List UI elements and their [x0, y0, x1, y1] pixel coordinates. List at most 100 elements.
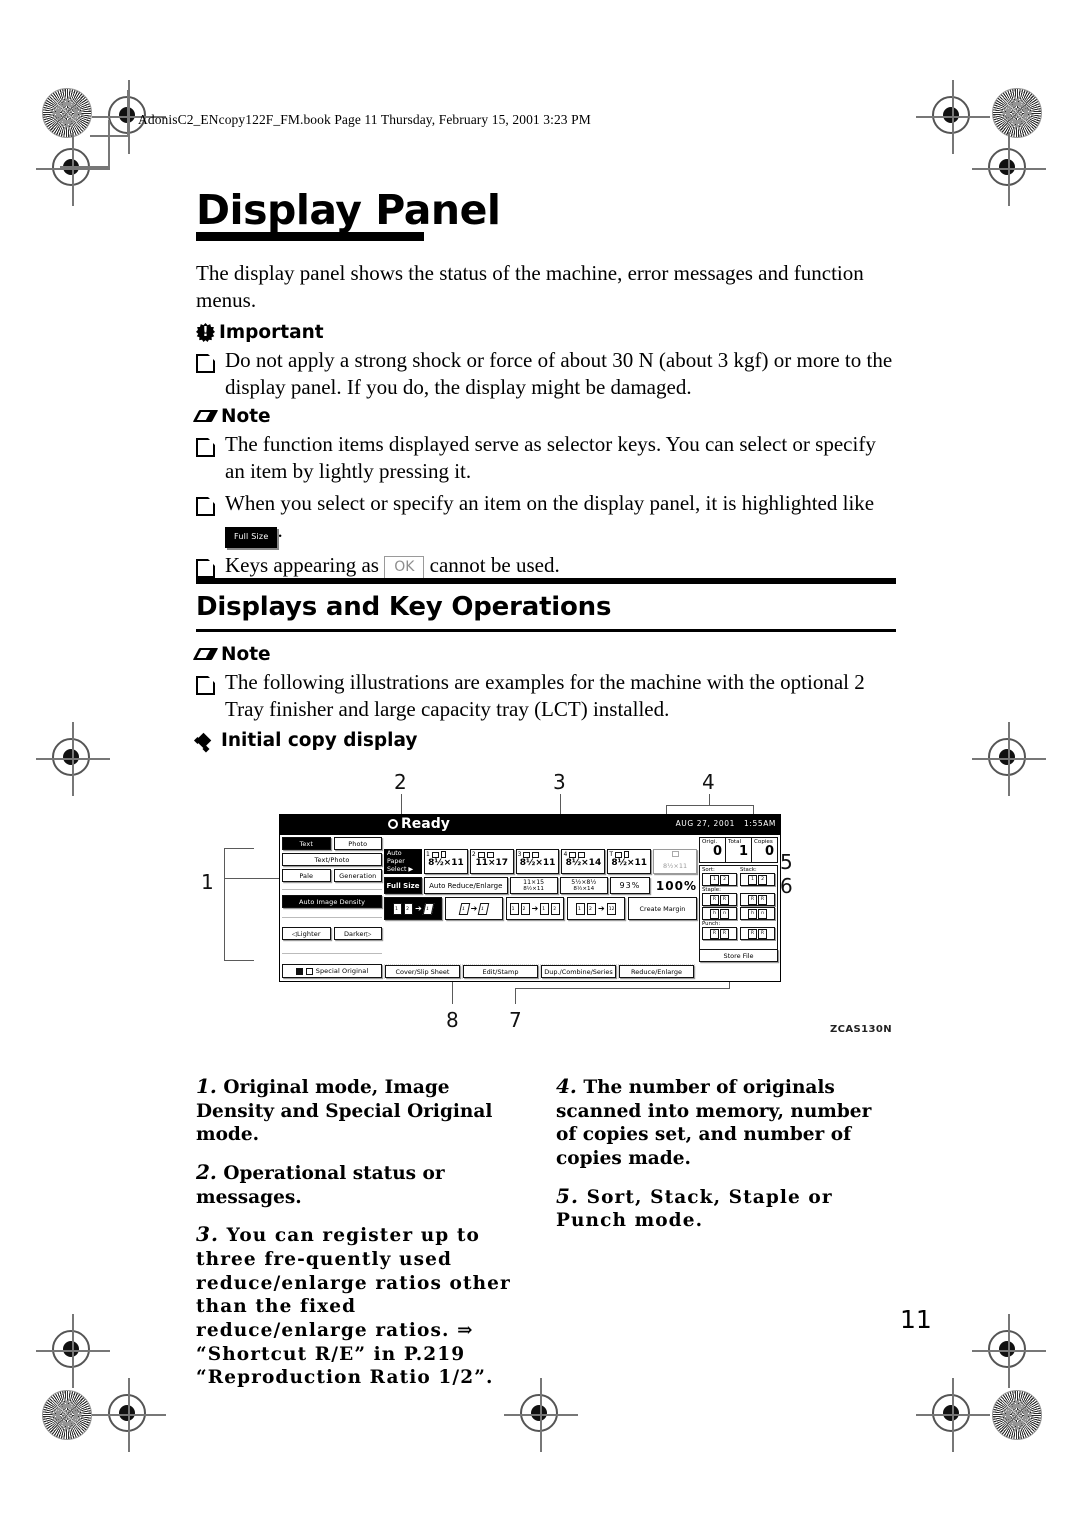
rosette-mark-bottom-right: [992, 1390, 1042, 1440]
sheet-icon: 1: [540, 902, 550, 915]
crosshair-mark-right-upper: [916, 80, 990, 154]
staple-top-left-button[interactable]: RR: [702, 893, 737, 906]
shortcut-1-den: 8½×11: [523, 885, 544, 892]
note-item-3: Keys appearing as OK cannot be used.: [225, 552, 896, 580]
lighter-button[interactable]: ◁ Lighter: [282, 927, 331, 940]
description-4-text: The number of originals scanned into mem…: [556, 1077, 872, 1170]
special-original-button[interactable]: Special Original: [282, 964, 382, 978]
ok-key-sample: OK: [384, 556, 425, 580]
square-bullet-icon: [196, 676, 215, 695]
section-header-block: Displays and Key Operations: [196, 578, 896, 632]
tray-t-size: 8½×11: [611, 858, 648, 868]
crosshair-mark-right-lower: [972, 1314, 1046, 1388]
tray-4-button[interactable]: 4 8½×14: [561, 849, 606, 874]
tab-dup-combine-series[interactable]: Dup./Combine/Series: [541, 965, 616, 978]
sort-button[interactable]: 12: [702, 873, 737, 886]
figure-code: ZCAS130N: [830, 1024, 892, 1035]
list-item: Do not apply a strong shock or force of …: [196, 347, 896, 402]
arrow-icon: ➔: [598, 903, 605, 913]
panel-main-column: Auto Paper Select ▶ 1 8½×11 2 11×17 3 8½×…: [384, 837, 698, 979]
shortcut-ratio-1-button[interactable]: 11×15 8½×11: [509, 877, 558, 894]
description-4: 4. The number of originals scanned into …: [556, 1074, 896, 1171]
note-item-3-post: cannot be used.: [429, 553, 560, 578]
stack-button[interactable]: 12: [740, 873, 775, 886]
description-3: 3. You can register up to three fre-quen…: [196, 1222, 526, 1390]
auto-image-density-button[interactable]: Auto Image Density: [282, 895, 382, 908]
tray-3-button[interactable]: 3 8½×11: [515, 849, 560, 874]
full-size-button[interactable]: Full Size: [384, 877, 422, 894]
description-4-num: 4.: [556, 1074, 577, 1098]
note-list-1: The function items displayed serve as se…: [196, 431, 896, 580]
square-bullet-icon: [196, 354, 215, 373]
description-1-num: 1.: [196, 1074, 217, 1098]
punch-row: RR RR: [702, 927, 775, 940]
text-photo-mode-button[interactable]: Text/Photo: [282, 853, 382, 866]
duplex-2to1-button[interactable]: 1 2 ➔ 1 2: [505, 897, 564, 920]
tray-2-button[interactable]: 2 11×17: [469, 849, 514, 874]
page-title: Display Panel: [196, 186, 501, 234]
diamond-bullet-icon: [196, 733, 211, 748]
description-1-text: Original mode, Image Density and Special…: [196, 1077, 493, 1146]
tray-t-button[interactable]: T 8½×11: [607, 849, 652, 874]
leader-line-1c: [224, 848, 254, 850]
photo-mode-button[interactable]: Photo: [333, 837, 382, 850]
panel-left-column: Text Photo Text/Photo Pale Generation Au…: [282, 837, 382, 979]
callout-3: 3: [553, 770, 566, 794]
combine-button[interactable]: 1 2 ➔ 12: [566, 897, 625, 920]
description-5-num: 5.: [556, 1183, 580, 1208]
store-file-button[interactable]: Store File: [699, 949, 778, 962]
section-heading: Displays and Key Operations: [196, 592, 612, 622]
important-item-text: Do not apply a strong shock or force of …: [225, 348, 893, 400]
tray-2-id: 2: [471, 851, 476, 858]
sort-stack-row: 12 12: [702, 873, 775, 886]
auto-paper-select-button[interactable]: Auto Paper Select ▶: [384, 849, 422, 874]
rosette-mark-bottom-left: [42, 1390, 92, 1440]
tray-1-size: 8½×11: [428, 858, 464, 868]
create-margin-label: Create Margin: [639, 904, 686, 913]
punch-top-button[interactable]: RR: [740, 927, 775, 940]
list-item: The function items displayed serve as se…: [196, 431, 896, 486]
descriptions-right-column: 4. The number of originals scanned into …: [556, 1074, 896, 1246]
staple-top-right-button[interactable]: RR: [740, 893, 775, 906]
note-label: Note: [221, 406, 271, 427]
tab-cover-slip-sheet[interactable]: Cover/Slip Sheet: [385, 965, 460, 978]
duplex-1to2-button[interactable]: 1 2 ➔ 1: [384, 897, 442, 920]
shortcut-ratio-3-button[interactable]: 93%: [609, 877, 650, 894]
bypass-icon: [671, 851, 679, 857]
note-item-2: When you select or specify an item on th…: [225, 490, 896, 549]
duplex-2to2-button[interactable]: 1 ➔ 1: [444, 897, 503, 920]
tray-1-button[interactable]: 1 8½×11: [424, 849, 468, 874]
bypass-tray-button[interactable]: 8½×11: [653, 849, 697, 874]
staple-double-button[interactable]: hn: [740, 907, 775, 920]
tab-edit-stamp[interactable]: Edit/Stamp: [463, 965, 538, 978]
staple-left-button[interactable]: hn: [702, 907, 737, 920]
important-list: Do not apply a strong shock or force of …: [196, 347, 896, 402]
generation-mode-button[interactable]: Generation: [333, 869, 382, 882]
darker-button[interactable]: Darker ▷: [333, 927, 382, 940]
orientation-icon: [486, 851, 494, 858]
tab-reduce-enlarge[interactable]: Reduce/Enlarge: [619, 965, 694, 978]
shortcut-ratio-2-button[interactable]: 5½×8½ 8½×14: [559, 877, 608, 894]
bypass-tray-size: 8½×11: [662, 862, 688, 870]
text-mode-button[interactable]: Text: [282, 837, 331, 850]
staple-icon-d: R: [758, 894, 767, 905]
sheet-icon: 1: [576, 902, 586, 915]
copier-display-panel[interactable]: Ready AUG 27, 2001 1:55AM Text Photo Tex…: [279, 814, 781, 982]
section-rule-top: [196, 578, 896, 584]
left-divider-2: [282, 917, 382, 918]
subheading-row: Initial copy display: [196, 730, 417, 751]
create-margin-button[interactable]: Create Margin: [627, 897, 698, 920]
sort-icon-b: 2: [720, 874, 729, 885]
square-bullet-icon: [196, 559, 215, 579]
callout-8: 8: [446, 1008, 459, 1032]
leader-line-1d: [224, 960, 254, 962]
orientation-icon: [623, 851, 629, 858]
punch-left-button[interactable]: RR: [702, 927, 737, 940]
panel-tab-strip: Cover/Slip Sheet Edit/Stamp Dup./Combine…: [384, 964, 695, 979]
orientation-icon: [578, 851, 586, 858]
full-size-key-sample: Full Size: [225, 526, 278, 549]
staple-icon-e: h: [710, 908, 719, 919]
tray-t-id: T: [609, 851, 613, 858]
pale-mode-button[interactable]: Pale: [282, 869, 331, 882]
auto-reduce-enlarge-button[interactable]: Auto Reduce/Enlarge: [424, 877, 508, 894]
